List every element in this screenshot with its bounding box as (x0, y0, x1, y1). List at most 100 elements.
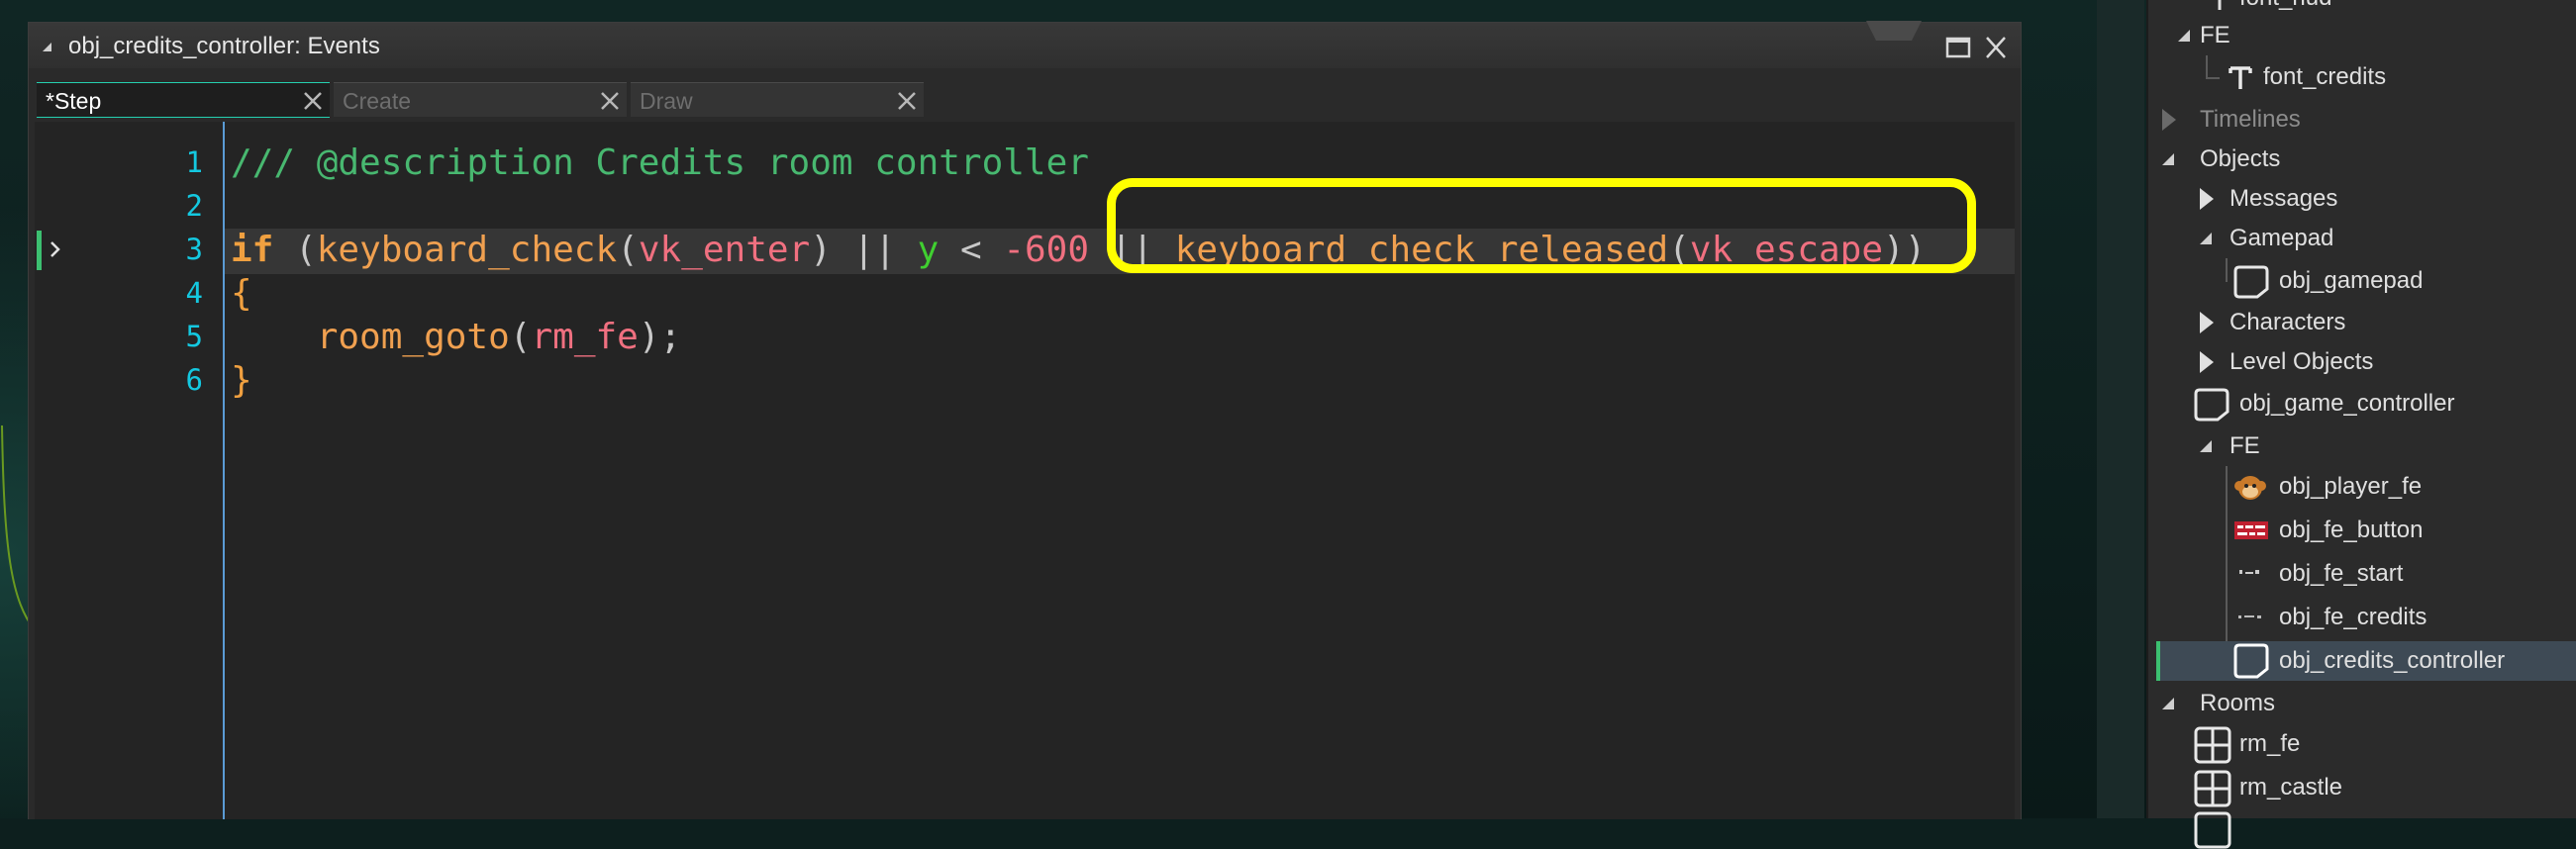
selection-indicator (2156, 641, 2160, 681)
tab-label: *Step (46, 88, 102, 114)
room-icon (2194, 770, 2231, 807)
keyword: if (231, 230, 274, 270)
tab-step[interactable]: *Step (37, 82, 330, 118)
tab-draw[interactable]: Draw (631, 82, 924, 117)
tree-label: Gamepad (2229, 225, 2334, 251)
tree-label: FE (2229, 432, 2260, 459)
brace: { (231, 273, 252, 314)
tree-label: obj_game_controller (2239, 390, 2455, 417)
tree-item-rm-castle[interactable]: rm_castle (2148, 768, 2576, 807)
tree-item-rm-fe[interactable]: rm_fe (2148, 724, 2576, 764)
punctuation: ( (273, 230, 317, 270)
tree-label: font_hud (2239, 0, 2331, 12)
expanded-triangle-icon[interactable] (2200, 440, 2212, 452)
collapsed-triangle-icon[interactable] (2200, 188, 2214, 210)
panel-divider (2097, 0, 2144, 818)
collapsed-triangle-icon[interactable] (2200, 312, 2214, 333)
tree-folder-rooms[interactable]: Rooms (2148, 684, 2576, 723)
tree-label: obj_credits_controller (2279, 647, 2506, 674)
tree-label: obj_player_fe (2279, 473, 2423, 500)
tree-label: Objects (2200, 145, 2281, 172)
collapsed-triangle-icon[interactable] (2200, 351, 2214, 373)
tree-label: rm_fe (2239, 730, 2301, 757)
function-name: keyboard_check (316, 230, 618, 270)
punctuation: ) || (810, 230, 918, 270)
expanded-triangle-icon[interactable] (2162, 698, 2174, 709)
tree-label: obj_gamepad (2279, 267, 2424, 294)
tree-item-obj-gamepad[interactable]: obj_gamepad (2148, 261, 2576, 301)
tree-label: FE (2200, 22, 2230, 48)
close-tab-icon[interactable] (896, 90, 918, 112)
tab-label: Create (343, 88, 412, 114)
current-line-marker (37, 231, 42, 270)
window-titlebar[interactable]: obj_credits_controller: Events (29, 21, 2021, 68)
code-line-4: { (231, 272, 252, 316)
tree-item-partial[interactable] (2148, 809, 2576, 849)
tree-label: obj_fe_credits (2279, 604, 2427, 630)
collapse-triangle-icon[interactable] (43, 43, 51, 51)
maximize-icon[interactable] (1943, 33, 1973, 62)
tree-folder-fe-objects[interactable]: FE (2148, 426, 2576, 466)
expanded-triangle-icon[interactable] (2178, 30, 2190, 42)
chevron-right-icon (50, 241, 60, 257)
variable: y (917, 230, 940, 270)
asset-browser: font_hud FE font_credits Timelines Objec… (2146, 0, 2576, 849)
event-tab-bar: *Step Create Draw (29, 78, 2021, 120)
tree-item-obj-player-fe[interactable]: obj_player_fe (2148, 467, 2576, 507)
tree-item-obj-fe-credits[interactable]: obj_fe_credits (2148, 598, 2576, 637)
object-icon (2233, 643, 2269, 679)
operator: < (939, 230, 1004, 270)
tree-label: Level Objects (2229, 348, 2374, 375)
punctuation: ( (617, 230, 639, 270)
tab-create[interactable]: Create (334, 82, 627, 117)
tab-label: Draw (640, 88, 693, 114)
tree-folder-messages[interactable]: Messages (2148, 179, 2576, 219)
constant: vk_enter (638, 230, 811, 270)
collapsed-triangle-icon[interactable] (2162, 109, 2176, 131)
close-window-icon[interactable] (1981, 33, 2011, 62)
tree-label: Timelines (2200, 106, 2301, 133)
tree-label: Characters (2229, 309, 2346, 335)
button-sprite-icon (2234, 521, 2268, 539)
window-notch-icon (1866, 21, 1922, 41)
comment: /// @description Credits room controller (231, 142, 1089, 183)
line-number: 5 (185, 320, 203, 353)
tree-label: obj_fe_start (2279, 560, 2404, 587)
highlight-callout (1107, 178, 1976, 273)
line-number: 3 (185, 233, 203, 266)
tree-item-obj-fe-start[interactable]: obj_fe_start (2148, 554, 2576, 594)
tree-folder-fe-fonts[interactable]: FE (2148, 16, 2576, 55)
close-tab-icon[interactable] (599, 90, 621, 112)
code-line-5: room_goto(rm_fe); (231, 316, 682, 359)
tree-item-font-credits[interactable]: font_credits (2148, 57, 2576, 97)
object-icon (2233, 265, 2269, 299)
function-name: room_goto (316, 317, 510, 357)
tree-item-timelines[interactable]: Timelines (2148, 100, 2576, 140)
tree-label: font_credits (2263, 63, 2387, 90)
tree-folder-gamepad[interactable]: Gamepad (2148, 219, 2576, 258)
line-number: 6 (185, 363, 203, 397)
tree-item-obj-game-controller[interactable]: obj_game_controller (2148, 384, 2576, 424)
expanded-triangle-icon[interactable] (2162, 153, 2174, 165)
room-icon (2194, 726, 2231, 764)
line-number: 1 (185, 145, 203, 179)
code-editor-window: obj_credits_controller: Events *Step Cre… (28, 21, 2022, 819)
line-number-gutter: 1 2 3 4 5 6 (35, 122, 225, 819)
monkey-sprite-icon (2234, 476, 2266, 500)
code-line-6: } (231, 359, 252, 403)
tree-item-obj-fe-button[interactable]: obj_fe_button (2148, 511, 2576, 550)
tree-folder-level-objects[interactable]: Level Objects (2148, 342, 2576, 382)
tree-folder-characters[interactable]: Characters (2148, 303, 2576, 342)
tree-label: Rooms (2200, 690, 2276, 716)
close-tab-icon[interactable] (302, 90, 324, 112)
punctuation: ); (638, 317, 682, 357)
code-line-1: /// @description Credits room controller (231, 142, 1089, 185)
tree-label: Messages (2229, 185, 2338, 212)
tree-folder-objects[interactable]: Objects (2148, 140, 2576, 179)
credits-sprite-icon (2238, 615, 2261, 618)
tree-label: rm_castle (2239, 774, 2343, 801)
expanded-triangle-icon[interactable] (2200, 233, 2212, 244)
tree-item-obj-credits-controller[interactable]: obj_credits_controller (2156, 641, 2576, 681)
font-icon (2229, 66, 2252, 89)
